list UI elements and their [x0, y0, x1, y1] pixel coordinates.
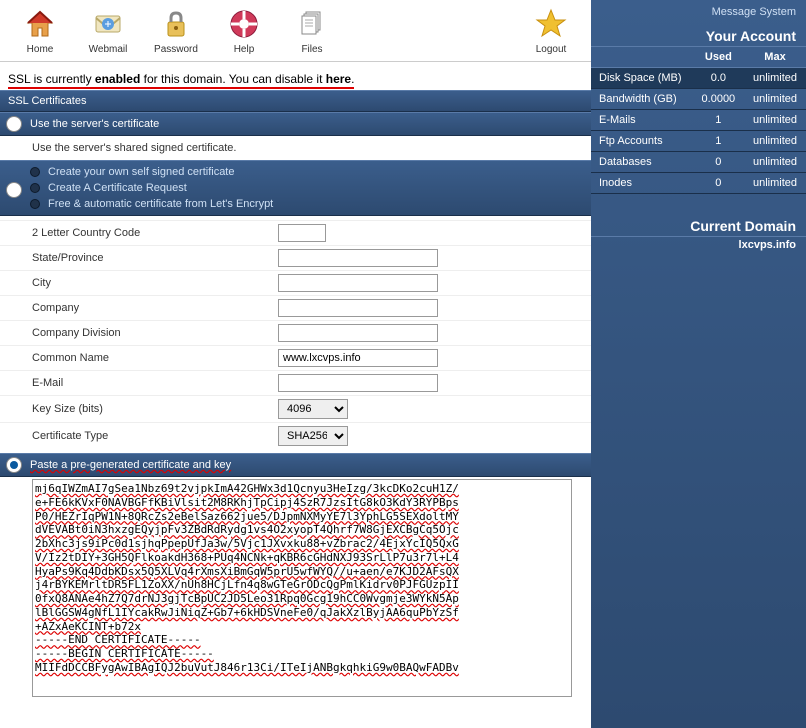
toolbar-webmail[interactable]: Webmail — [74, 4, 142, 57]
message-system-link[interactable]: Message System — [591, 0, 806, 24]
division-label: Company Division — [32, 327, 278, 339]
toolbar-home[interactable]: Home — [6, 4, 74, 57]
certtype-label: Certificate Type — [32, 430, 278, 442]
radio-icon — [6, 116, 22, 132]
option-create-self-signed[interactable]: Create your own self signed certificate — [30, 164, 585, 180]
certtype-select[interactable]: SHA256 — [278, 426, 348, 446]
files-icon — [294, 6, 330, 42]
lock-icon — [158, 6, 194, 42]
common-name-label: Common Name — [32, 352, 278, 364]
toolbar-home-label: Home — [27, 44, 54, 55]
toolbar-files-label: Files — [301, 44, 322, 55]
cert-form: 2 Letter Country Code State/Province Cit… — [0, 216, 591, 453]
keysize-select[interactable]: 4096 — [278, 399, 348, 419]
use-server-desc: Use the server's shared signed certifica… — [0, 136, 591, 160]
certificate-textarea[interactable]: mj6qIWZmAI7gSea1Nbz69t2vjpkImA42GHWx3d1Q… — [32, 479, 572, 697]
table-row: Bandwidth (GB)0.0000unlimited — [591, 89, 806, 110]
radio-dot-icon — [30, 199, 40, 209]
country-label: 2 Letter Country Code — [32, 227, 278, 239]
company-label: Company — [32, 302, 278, 314]
your-account-title: Your Account — [591, 24, 806, 47]
common-name-input[interactable] — [278, 349, 438, 367]
state-label: State/Province — [32, 252, 278, 264]
toolbar-help-label: Help — [234, 44, 255, 55]
sidebar: Message System Your Account UsedMax Disk… — [591, 0, 806, 728]
used-header: Used — [693, 47, 744, 68]
star-icon — [533, 6, 569, 42]
table-row: Ftp Accounts1unlimited — [591, 131, 806, 152]
ssl-status-line: SSL is currently enabled for this domain… — [0, 62, 591, 90]
keysize-label: Key Size (bits) — [32, 403, 278, 415]
division-input[interactable] — [278, 324, 438, 342]
toolbar-help[interactable]: Help — [210, 4, 278, 57]
usage-table: UsedMax Disk Space (MB)0.0unlimited Band… — [591, 47, 806, 194]
ssl-certificates-header: SSL Certificates — [0, 90, 591, 112]
radio-icon — [6, 457, 22, 473]
table-row: Databases0unlimited — [591, 152, 806, 173]
city-label: City — [32, 277, 278, 289]
email-input[interactable] — [278, 374, 438, 392]
current-domain-title: Current Domain — [591, 214, 806, 237]
help-icon — [226, 6, 262, 42]
toolbar-password-label: Password — [154, 44, 198, 55]
toolbar-webmail-label: Webmail — [89, 44, 128, 55]
mail-icon — [90, 6, 126, 42]
country-input[interactable] — [278, 224, 326, 242]
radio-icon — [6, 182, 22, 198]
toolbar-logout-label: Logout — [536, 44, 567, 55]
state-input[interactable] — [278, 249, 438, 267]
option-paste-cert[interactable]: Paste a pre-generated certificate and ke… — [0, 453, 591, 477]
company-input[interactable] — [278, 299, 438, 317]
table-row: E-Mails1unlimited — [591, 110, 806, 131]
option-lets-encrypt[interactable]: Free & automatic certificate from Let's … — [30, 196, 585, 212]
option-use-server-cert[interactable]: Use the server's certificate — [0, 112, 591, 136]
option-create-cert-group: Create your own self signed certificate … — [0, 160, 591, 216]
city-input[interactable] — [278, 274, 438, 292]
radio-dot-icon — [30, 167, 40, 177]
toolbar-password[interactable]: Password — [142, 4, 210, 57]
table-row: Inodes0unlimited — [591, 173, 806, 194]
home-icon — [22, 6, 58, 42]
current-domain-value: lxcvps.info — [591, 237, 806, 253]
radio-dot-icon — [30, 183, 40, 193]
option-create-csr[interactable]: Create A Certificate Request — [30, 180, 585, 196]
ssl-disable-link[interactable]: here — [326, 72, 351, 86]
toolbar-files[interactable]: Files — [278, 4, 346, 57]
table-row: Disk Space (MB)0.0unlimited — [591, 68, 806, 89]
max-header: Max — [744, 47, 806, 68]
email-label: E-Mail — [32, 377, 278, 389]
top-toolbar: Home Webmail Password Help — [0, 0, 591, 62]
toolbar-logout[interactable]: Logout — [517, 4, 585, 57]
